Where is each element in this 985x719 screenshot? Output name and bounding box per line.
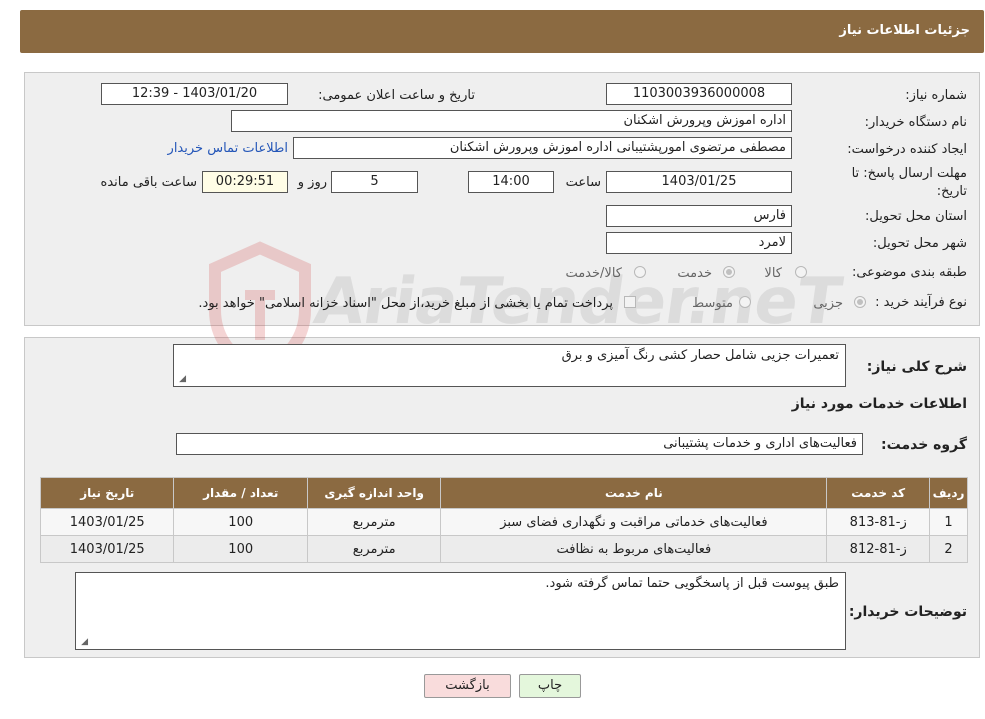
remaining-label: ساعت باقی مانده	[100, 175, 197, 190]
announce-label: تاریخ و ساعت اعلان عمومی:	[318, 88, 475, 103]
category-both-radio[interactable]	[634, 266, 646, 278]
creator-label: ایجاد کننده درخواست:	[847, 142, 967, 157]
cell-row: 2	[929, 535, 968, 563]
cell-qty: 100	[173, 508, 308, 536]
remaining-time-field: 00:29:51	[202, 171, 288, 193]
creator-field: مصطفی مرتضوی امورپشتیبانی اداره اموزش وپ…	[293, 137, 792, 159]
treasury-note: پرداخت تمام یا بخشی از مبلغ خرید،از محل …	[198, 296, 613, 311]
col-date: تاریخ نیاز	[39, 477, 175, 509]
summary-textarea[interactable]: تعمیرات جزیی شامل حصار کشی رنگ آمیزی و ب…	[173, 344, 846, 387]
cell-date: 1403/01/25	[39, 535, 175, 563]
services-table: ردیف کد خدمت نام خدمت واحد اندازه گیری ت…	[39, 477, 968, 563]
col-row: ردیف	[929, 477, 968, 509]
table-row: 2 ز-81-812 فعالیت‌های مربوط به نظافت متر…	[39, 535, 968, 563]
services-title: اطلاعات خدمات مورد نیاز	[791, 396, 967, 412]
category-service-label: خدمت	[677, 266, 712, 281]
process-minor-radio[interactable]	[854, 296, 866, 308]
buyer-notes-text: طبق پیوست قبل از پاسخگویی حتما تماس گرفت…	[545, 576, 839, 591]
province-label: استان محل تحویل:	[865, 209, 967, 224]
resize-handle-icon[interactable]: ◢	[78, 637, 88, 647]
category-goods-radio[interactable]	[795, 266, 807, 278]
col-qty: تعداد / مقدار	[173, 477, 308, 509]
deadline-date-field: 1403/01/25	[606, 171, 792, 193]
cell-unit: مترمربع	[306, 508, 442, 536]
buyer-contact-link[interactable]: اطلاعات تماس خریدار	[168, 141, 288, 156]
need-number-label: شماره نیاز:	[905, 88, 967, 103]
category-label: طبقه بندی موضوعی:	[851, 265, 967, 280]
deadline-time-field: 14:00	[468, 171, 554, 193]
days-field: 5	[331, 171, 418, 193]
buyer-notes-textarea[interactable]: طبق پیوست قبل از پاسخگویی حتما تماس گرفت…	[75, 572, 846, 650]
city-field: لامرد	[606, 232, 792, 254]
cell-row: 1	[929, 508, 968, 536]
col-name: نام خدمت	[440, 477, 828, 509]
province-field: فارس	[606, 205, 792, 227]
print-button[interactable]: چاپ	[519, 674, 581, 698]
need-number-field: 1103003936000008	[606, 83, 792, 105]
cell-unit: مترمربع	[306, 535, 442, 563]
resize-handle-icon[interactable]: ◢	[176, 374, 186, 384]
buyer-org-label: نام دستگاه خریدار:	[864, 115, 967, 130]
back-button[interactable]: بازگشت	[424, 674, 511, 698]
process-medium-label: متوسط	[692, 296, 733, 311]
process-medium-radio[interactable]	[739, 296, 751, 308]
service-group-label: گروه خدمت:	[881, 437, 967, 453]
cell-qty: 100	[173, 535, 308, 563]
treasury-checkbox[interactable]	[624, 296, 636, 308]
cell-code: ز-81-813	[826, 508, 931, 536]
deadline-label-date: تاریخ:	[936, 184, 967, 199]
service-group-field: فعالیت‌های اداری و خدمات پشتیبانی	[176, 433, 863, 455]
days-label: روز و	[297, 175, 327, 190]
table-header-row: ردیف کد خدمت نام خدمت واحد اندازه گیری ت…	[39, 477, 968, 509]
buyer-notes-label: توضیحات خریدار:	[848, 604, 967, 620]
city-label: شهر محل تحویل:	[872, 236, 967, 251]
cell-date: 1403/01/25	[39, 508, 175, 536]
category-service-radio[interactable]	[723, 266, 735, 278]
deadline-label: مهلت ارسال پاسخ: تا	[851, 166, 967, 181]
cell-name: فعالیت‌های خدماتی مراقبت و نگهداری فضای …	[440, 508, 828, 536]
page-header: جزئیات اطلاعات نیاز	[20, 10, 984, 53]
category-both-label: کالا/خدمت	[565, 266, 622, 281]
page-title: جزئیات اطلاعات نیاز	[839, 23, 970, 38]
col-code: کد خدمت	[826, 477, 931, 509]
summary-label: شرح کلی نیاز:	[866, 359, 967, 375]
process-minor-label: جزیی	[813, 296, 843, 311]
cell-name: فعالیت‌های مربوط به نظافت	[440, 535, 828, 563]
process-label: نوع فرآیند خرید :	[875, 295, 967, 310]
summary-text: تعمیرات جزیی شامل حصار کشی رنگ آمیزی و ب…	[561, 348, 839, 363]
category-goods-label: کالا	[764, 266, 782, 281]
hour-label: ساعت	[565, 175, 601, 190]
col-unit: واحد اندازه گیری	[306, 477, 442, 509]
announce-field: 1403/01/20 - 12:39	[101, 83, 288, 105]
table-row: 1 ز-81-813 فعالیت‌های خدماتی مراقبت و نگ…	[39, 508, 968, 536]
cell-code: ز-81-812	[826, 535, 931, 563]
buyer-org-field: اداره اموزش وپرورش اشکنان	[231, 110, 792, 132]
